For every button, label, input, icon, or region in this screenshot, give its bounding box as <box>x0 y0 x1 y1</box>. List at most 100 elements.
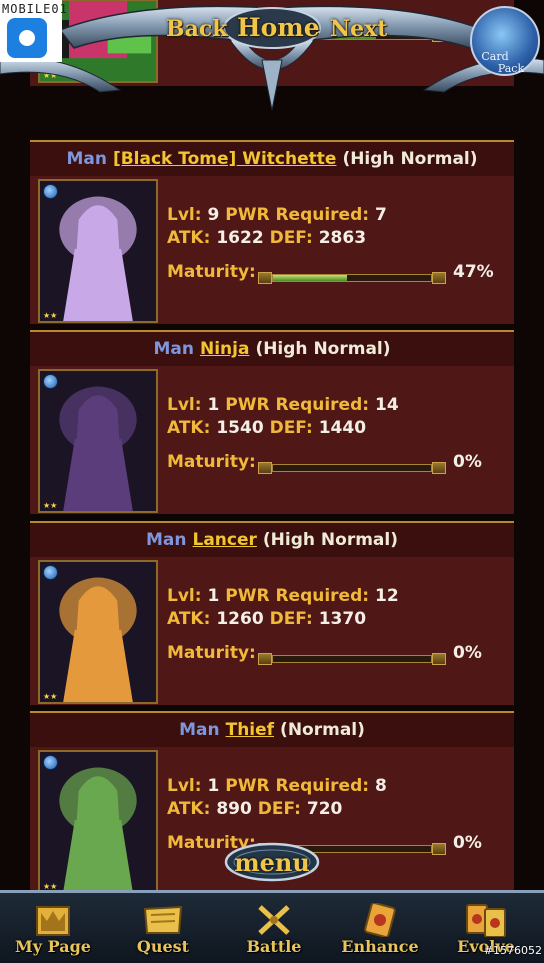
card-portrait[interactable]: ★★ <box>38 750 158 894</box>
atk-label: ATK: <box>167 418 211 438</box>
atk-label: ATK: <box>167 609 211 629</box>
menu-button[interactable]: menu <box>222 840 322 882</box>
element-gem-icon <box>43 755 58 770</box>
nav-battle[interactable]: Battle <box>224 899 324 961</box>
maturity-label: Maturity: <box>167 643 256 663</box>
pwr-value: 8 <box>374 776 387 796</box>
card-race: Man <box>153 339 194 359</box>
crossed-swords-icon <box>258 905 290 935</box>
card-portrait[interactable]: ★★ <box>38 560 158 704</box>
nav-battle-label: Battle <box>246 937 302 956</box>
pwr-value: 12 <box>374 586 399 606</box>
def-label: DEF: <box>269 609 313 629</box>
nav-enhance-label: Enhance <box>341 937 419 956</box>
pwr-label: PWR Required: <box>225 776 370 796</box>
back-button[interactable]: Back <box>166 16 228 42</box>
lvl-value: 1 <box>207 395 220 415</box>
pwr-label: PWR Required: <box>225 395 370 415</box>
atk-value: 890 <box>216 799 252 819</box>
def-value: 2863 <box>318 228 367 248</box>
card-header: Man [Black Tome] Witchette (High Normal) <box>30 140 514 176</box>
atk-label: ATK: <box>167 799 211 819</box>
card-name-link[interactable]: Lancer <box>193 530 257 550</box>
card-race: Man <box>179 720 220 740</box>
def-label: DEF: <box>269 418 313 438</box>
rarity-stars: ★★ <box>43 311 58 320</box>
card-art <box>40 181 156 321</box>
bottom-nav: My Page Quest Battle Enhance Evolve <box>0 890 544 963</box>
evolve-cards-icon <box>466 904 506 937</box>
card-stats: Lvl: 1 PWR Required: 8 ATK: 890 DEF: 720 <box>167 775 387 821</box>
card-pack-label-2: Pack <box>497 62 525 75</box>
card-name-link[interactable]: Thief <box>226 720 274 740</box>
card-name-link[interactable]: [Black Tome] Witchette <box>113 149 336 169</box>
nav-enhance[interactable]: Enhance <box>330 899 430 961</box>
nav-quest-label: Quest <box>136 937 190 956</box>
card-art <box>40 371 156 511</box>
rarity-stars: ★★ <box>43 501 58 510</box>
card-header: Man Ninja (High Normal) <box>30 330 514 366</box>
site-logo-text: MOBILE01 <box>2 2 68 16</box>
card-rarity: (Normal) <box>280 720 365 740</box>
my-page-icon <box>36 906 70 936</box>
site-logo-icon <box>7 18 47 58</box>
menu-label: menu <box>234 848 310 877</box>
card-stats: Lvl: 9 PWR Required: 7 ATK: 1622 DEF: 28… <box>167 204 387 250</box>
maturity-label: Maturity: <box>167 262 256 282</box>
card-stats: Lvl: 1 PWR Required: 12 ATK: 1260 DEF: 1… <box>167 585 399 631</box>
def-value: 1370 <box>318 609 367 629</box>
card-race: Man <box>66 149 107 169</box>
card-rarity: (High Normal) <box>342 149 478 169</box>
card-pack-button[interactable]: Card Pack <box>470 6 540 76</box>
card-art <box>40 752 156 892</box>
next-button[interactable]: Next <box>330 16 387 42</box>
card-header: Man Thief (Normal) <box>30 711 514 747</box>
card-body: ★★ Lvl: 1 PWR Required: 12 ATK: 1260 DEF… <box>30 557 514 705</box>
element-gem-icon <box>43 565 58 580</box>
card-portrait[interactable]: ★★ <box>38 369 158 513</box>
element-gem-icon <box>43 184 58 199</box>
atk-value: 1260 <box>216 609 264 629</box>
maturity-bar <box>258 272 446 284</box>
watermark: #1576052 <box>483 944 542 957</box>
atk-value: 1622 <box>216 228 264 248</box>
atk-value: 1540 <box>216 418 264 438</box>
card-name-link[interactable]: Ninja <box>200 339 249 359</box>
pwr-label: PWR Required: <box>225 205 370 225</box>
enhance-card-icon <box>364 903 396 937</box>
lvl-label: Lvl: <box>167 586 202 606</box>
pwr-value: 7 <box>374 205 387 225</box>
nav-my-page[interactable]: My Page <box>3 899 103 961</box>
def-label: DEF: <box>257 799 301 819</box>
card-stats: Lvl: 1 PWR Required: 14 ATK: 1540 DEF: 1… <box>167 394 399 440</box>
lvl-value: 1 <box>207 586 220 606</box>
maturity-bar <box>258 653 446 665</box>
maturity-percent: 0% <box>453 643 482 663</box>
card-rarity: (High Normal) <box>262 530 398 550</box>
card-body: ★★ Lvl: 9 PWR Required: 7 ATK: 1622 DEF:… <box>30 176 514 324</box>
def-label: DEF: <box>269 228 313 248</box>
def-value: 720 <box>306 799 343 819</box>
site-logo: MOBILE01 <box>0 0 67 62</box>
card-list: ★★ Maturity: Man [Black Tome] Witchette … <box>30 0 514 960</box>
element-gem-icon <box>43 374 58 389</box>
pwr-value: 14 <box>374 395 399 415</box>
nav-quest[interactable]: Quest <box>113 899 213 961</box>
maturity-label: Maturity: <box>167 452 256 472</box>
header: Back Home Next MOBILE01 Card Pack <box>0 0 544 120</box>
card-header: Man Lancer (High Normal) <box>30 521 514 557</box>
maturity-percent: 0% <box>453 452 482 472</box>
lvl-label: Lvl: <box>167 776 202 796</box>
atk-label: ATK: <box>167 228 211 248</box>
maturity-bar <box>258 462 446 474</box>
quest-scroll-icon <box>143 905 183 934</box>
lvl-label: Lvl: <box>167 205 202 225</box>
card-art <box>40 562 156 702</box>
card-body: ★★ Lvl: 1 PWR Required: 14 ATK: 1540 DEF… <box>30 366 514 514</box>
card-portrait[interactable]: ★★ <box>38 179 158 323</box>
home-button[interactable]: Home <box>237 13 320 42</box>
lvl-value: 1 <box>207 776 220 796</box>
lvl-value: 9 <box>207 205 220 225</box>
card-race: Man <box>146 530 187 550</box>
maturity-percent: 0% <box>453 833 482 853</box>
